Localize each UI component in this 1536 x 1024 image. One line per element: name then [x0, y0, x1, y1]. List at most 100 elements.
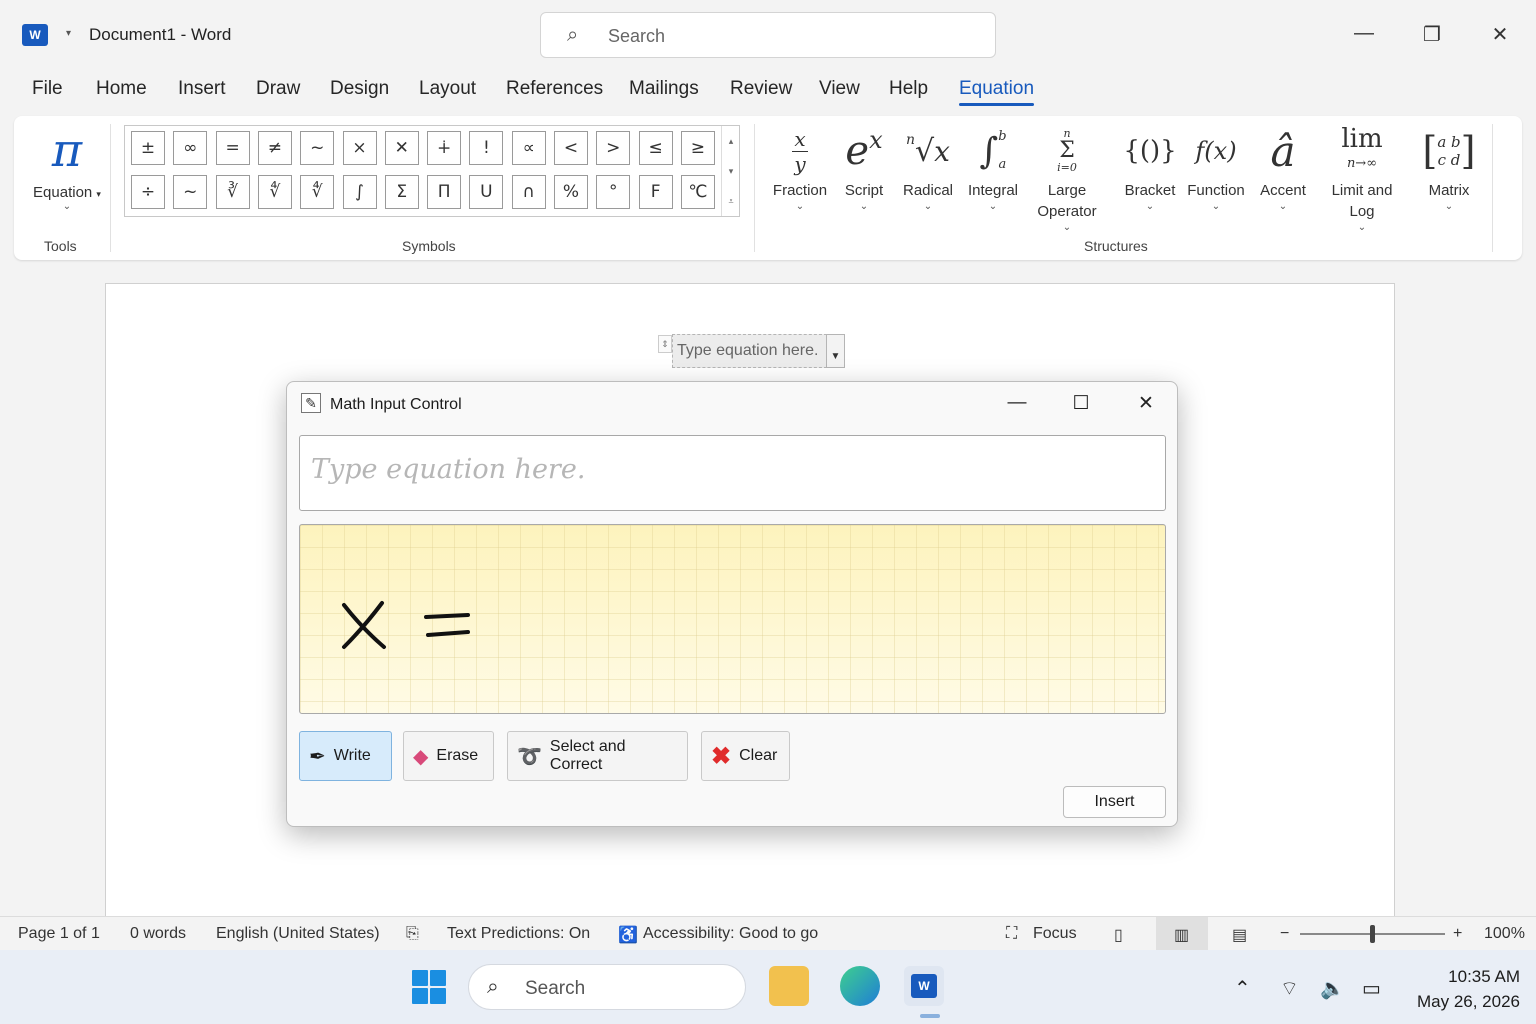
erase-button[interactable]: ◆ Erase — [403, 731, 494, 781]
wifi-icon[interactable]: ⌔ — [1280, 976, 1299, 1001]
read-mode-icon[interactable]: ▯ — [1114, 925, 1123, 945]
tab-mailings[interactable]: Mailings — [629, 78, 699, 100]
tab-file[interactable]: File — [32, 78, 63, 100]
equation-button[interactable]: π Equation ▾ ⌄ — [22, 122, 112, 212]
fraction-button[interactable]: xy Fraction ⌄ — [766, 122, 834, 213]
symbol-button[interactable]: Π — [427, 175, 462, 209]
symbol-button[interactable]: ≠ — [257, 131, 292, 165]
select-and-correct-button[interactable]: ➰ Select and Correct — [507, 731, 688, 781]
minimize-button[interactable]: — — [1344, 22, 1384, 45]
system-clock[interactable]: 10:35 AM May 26, 2026 — [1400, 964, 1520, 1014]
limit-and-log-button[interactable]: lim n→∞ Limit and Log ⌄ — [1322, 122, 1402, 234]
windows-start-icon[interactable] — [412, 970, 446, 1004]
symbol-button[interactable]: ✕ — [384, 131, 419, 165]
symbol-button[interactable]: ≤ — [638, 131, 673, 165]
symbol-button[interactable]: ∫ — [342, 175, 377, 209]
word-taskbar-button[interactable]: W — [904, 966, 944, 1006]
equation-options-dropdown[interactable]: ▼ — [826, 334, 845, 368]
tab-equation[interactable]: Equation — [959, 78, 1035, 106]
zoom-in-button[interactable]: + — [1453, 925, 1462, 943]
math-input-pencil-icon: ✎ — [301, 393, 321, 413]
dialog-minimize-button[interactable]: — — [997, 392, 1037, 414]
symbol-button[interactable]: ℃ — [680, 175, 715, 209]
symbol-button[interactable]: > — [596, 131, 631, 165]
symbol-button[interactable]: ∔ — [427, 131, 462, 165]
zoom-out-button[interactable]: − — [1280, 925, 1289, 943]
symbol-button[interactable]: % — [554, 175, 588, 209]
focus-icon: ⛶ — [1006, 925, 1018, 942]
bracket-button[interactable]: {()} Bracket ⌄ — [1118, 122, 1182, 212]
symbol-button[interactable]: ~ — [173, 175, 208, 209]
scroll-down-icon[interactable]: ▾ — [722, 156, 740, 186]
tab-draw[interactable]: Draw — [256, 78, 300, 100]
integral-button[interactable]: ∫ b a Integral ⌄ — [964, 122, 1022, 212]
symbol-button[interactable]: ∜ — [257, 175, 292, 209]
accessibility-status[interactable]: Accessibility: Good to go — [643, 925, 818, 943]
matrix-button[interactable]: [a bc d] Matrix ⌄ — [1416, 122, 1482, 212]
tab-help[interactable]: Help — [889, 78, 928, 100]
file-explorer-icon[interactable] — [769, 966, 809, 1006]
symbol-button[interactable]: ± — [131, 131, 165, 165]
symbol-button[interactable]: ∜ — [300, 175, 335, 209]
chevron-up-icon[interactable]: ⌃ — [1234, 976, 1251, 1001]
zoom-slider-thumb[interactable] — [1370, 925, 1375, 943]
quick-access-dropdown-icon[interactable]: ▾ — [66, 28, 71, 39]
symbol-button[interactable]: F — [638, 175, 673, 209]
symbol-button[interactable]: U — [469, 175, 504, 209]
tab-insert[interactable]: Insert — [178, 78, 226, 100]
battery-icon[interactable]: ▭ — [1362, 976, 1381, 1001]
symbol-button[interactable]: ~ — [300, 131, 335, 165]
equation-move-handle-icon[interactable]: ⇕ — [658, 335, 672, 353]
gallery-expand-icon[interactable]: ⩡ — [722, 186, 740, 216]
symbol-button[interactable]: ∩ — [511, 175, 546, 209]
function-button[interactable]: f(x) Function ⌄ — [1184, 122, 1248, 212]
dialog-maximize-button[interactable]: ☐ — [1061, 392, 1101, 415]
write-button[interactable]: ✒ Write — [299, 731, 392, 781]
tab-home[interactable]: Home — [96, 78, 147, 100]
symbol-button[interactable]: < — [554, 131, 588, 165]
symbol-button[interactable]: Σ — [384, 175, 419, 209]
print-layout-icon[interactable]: ▥ — [1174, 925, 1189, 945]
page-count[interactable]: Page 1 of 1 — [18, 925, 100, 943]
accent-button[interactable]: â Accent ⌄ — [1254, 122, 1312, 213]
script-button[interactable]: ex Script ⌄ — [836, 122, 892, 212]
handwriting-pad[interactable]: x = — [299, 524, 1166, 714]
symbol-button[interactable]: ° — [596, 175, 631, 209]
web-layout-icon[interactable]: ▤ — [1232, 925, 1247, 945]
chevron-down-icon: ⌄ — [923, 201, 933, 212]
insert-button[interactable]: Insert — [1063, 786, 1166, 818]
tab-design[interactable]: Design — [330, 78, 389, 100]
tab-references[interactable]: References — [506, 78, 603, 100]
word-app-icon[interactable]: W — [22, 24, 48, 46]
symbol-button[interactable]: ∛ — [215, 175, 250, 209]
tab-review[interactable]: Review — [730, 78, 792, 100]
symbol-button[interactable]: ! — [469, 131, 504, 165]
symbol-button[interactable]: × — [342, 131, 377, 165]
gallery-scrollbar[interactable]: ▴ ▾ ⩡ — [721, 126, 740, 216]
volume-icon[interactable]: 🔈 — [1320, 976, 1345, 1001]
edge-browser-icon[interactable] — [840, 966, 880, 1006]
tab-view[interactable]: View — [819, 78, 860, 100]
tab-layout[interactable]: Layout — [419, 78, 476, 100]
dialog-close-button[interactable]: ✕ — [1126, 392, 1166, 415]
symbol-button[interactable]: ∞ — [173, 131, 208, 165]
title-search-box[interactable]: ⌕ Search — [540, 12, 996, 58]
equation-placeholder[interactable]: Type equation here. — [672, 334, 827, 368]
restore-button[interactable]: ❐ — [1412, 22, 1452, 47]
taskbar-search-box[interactable]: ⌕ Search — [468, 964, 746, 1010]
clear-button[interactable]: ✖ Clear — [701, 731, 790, 781]
text-predictions-status[interactable]: Text Predictions: On — [447, 925, 590, 943]
symbol-button[interactable]: = — [215, 131, 250, 165]
word-count[interactable]: 0 words — [130, 925, 186, 943]
text-predictions-icon: ⎘ — [406, 925, 419, 942]
large-operator-button[interactable]: n Σi=0 Large Operator ⌄ — [1026, 122, 1108, 234]
focus-button[interactable]: Focus — [1033, 925, 1077, 943]
symbol-button[interactable]: ÷ — [131, 175, 165, 209]
zoom-level[interactable]: 100% — [1484, 925, 1525, 943]
close-button[interactable]: ✕ — [1480, 22, 1520, 47]
radical-button[interactable]: n √ x Radical ⌄ — [898, 122, 958, 212]
language-status[interactable]: English (United States) — [216, 925, 380, 943]
scroll-up-icon[interactable]: ▴ — [722, 126, 740, 156]
symbol-button[interactable]: ∝ — [511, 131, 546, 165]
symbol-button[interactable]: ≥ — [680, 131, 715, 165]
